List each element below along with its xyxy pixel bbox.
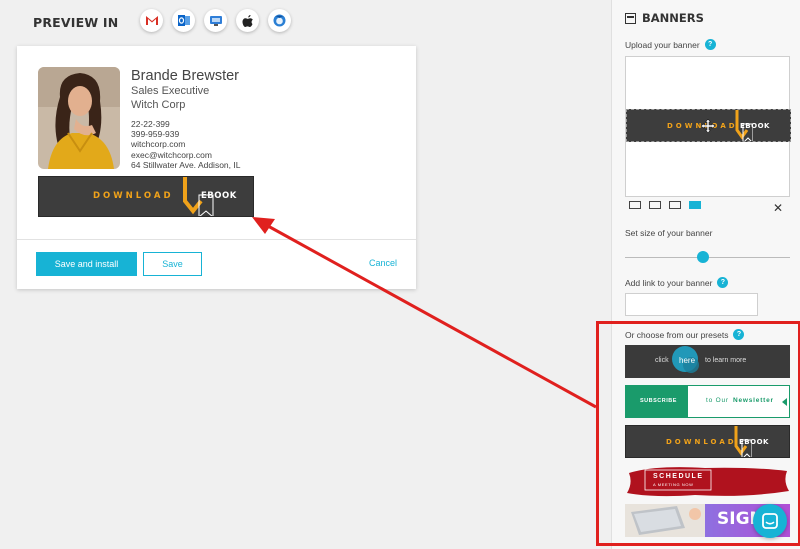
preset-4-line-2: A MEETING NOW [653,482,694,487]
chat-button[interactable] [753,504,787,538]
move-icon[interactable] [701,119,715,133]
upload-banner-label: Upload your banner ? [625,39,716,50]
size-label-text: Set size of your banner [625,228,713,238]
help-icon[interactable]: ? [717,277,729,288]
preset-1-right-text: to learn more [705,357,747,364]
preset-banner-ebook[interactable]: DOWNLOAD EBOOK [625,425,790,458]
remove-banner-icon[interactable]: ✕ [773,201,783,215]
link-label: Add link to your banner ? [625,277,729,288]
banner-icon [625,12,636,24]
help-icon[interactable]: ? [733,329,745,340]
size-medium-icon[interactable] [649,201,661,209]
banner-ebook-text: EBOOK [740,122,770,130]
preset-banner-schedule[interactable]: SCHEDULE A MEETING NOW [625,465,790,498]
panel-title-text: BANNERS [642,11,704,25]
preset-2-text-1: to Our [706,397,729,404]
arrow-left-icon [782,398,787,406]
size-label: Set size of your banner [625,228,712,238]
banner-ebook-text: EBOOK [739,438,769,446]
banner-link-input[interactable] [625,293,758,316]
preset-banner-click-here[interactable]: click here to learn more [625,345,790,378]
banner-size-presets [629,201,701,209]
panel-title: BANNERS [625,11,704,25]
preset-1-left-text: click [655,357,669,364]
preset-banner-newsletter[interactable]: SUBSCRIBE to Our Newsletter [625,385,790,418]
size-small-icon[interactable] [629,201,641,209]
preset-4-brush [627,467,789,497]
size-slider-thumb[interactable] [697,251,709,263]
size-custom-icon[interactable] [689,201,701,209]
preset-1-mid-text: here [679,356,696,365]
preset-4-line-1: SCHEDULE [653,473,704,480]
uploaded-banner-preview[interactable]: DOWNLOAD EBOOK [626,109,791,142]
preset-2-button-text: SUBSCRIBE [640,398,677,404]
link-label-text: Add link to your banner [625,277,713,288]
banner-upload-area[interactable]: DOWNLOAD EBOOK [625,56,791,197]
presets-label: Or choose from our presets ? [625,329,745,340]
help-icon[interactable]: ? [704,39,716,50]
preset-5-laptop-art [625,504,705,537]
presets-label-text: Or choose from our presets [625,329,729,340]
banners-panel: BANNERS Upload your banner ? DOWNLOAD EB… [596,0,800,549]
chat-icon [762,513,778,529]
size-large-icon[interactable] [669,201,681,209]
upload-banner-label-text: Upload your banner [625,39,700,50]
preset-2-text-2: Newsletter [733,397,774,404]
